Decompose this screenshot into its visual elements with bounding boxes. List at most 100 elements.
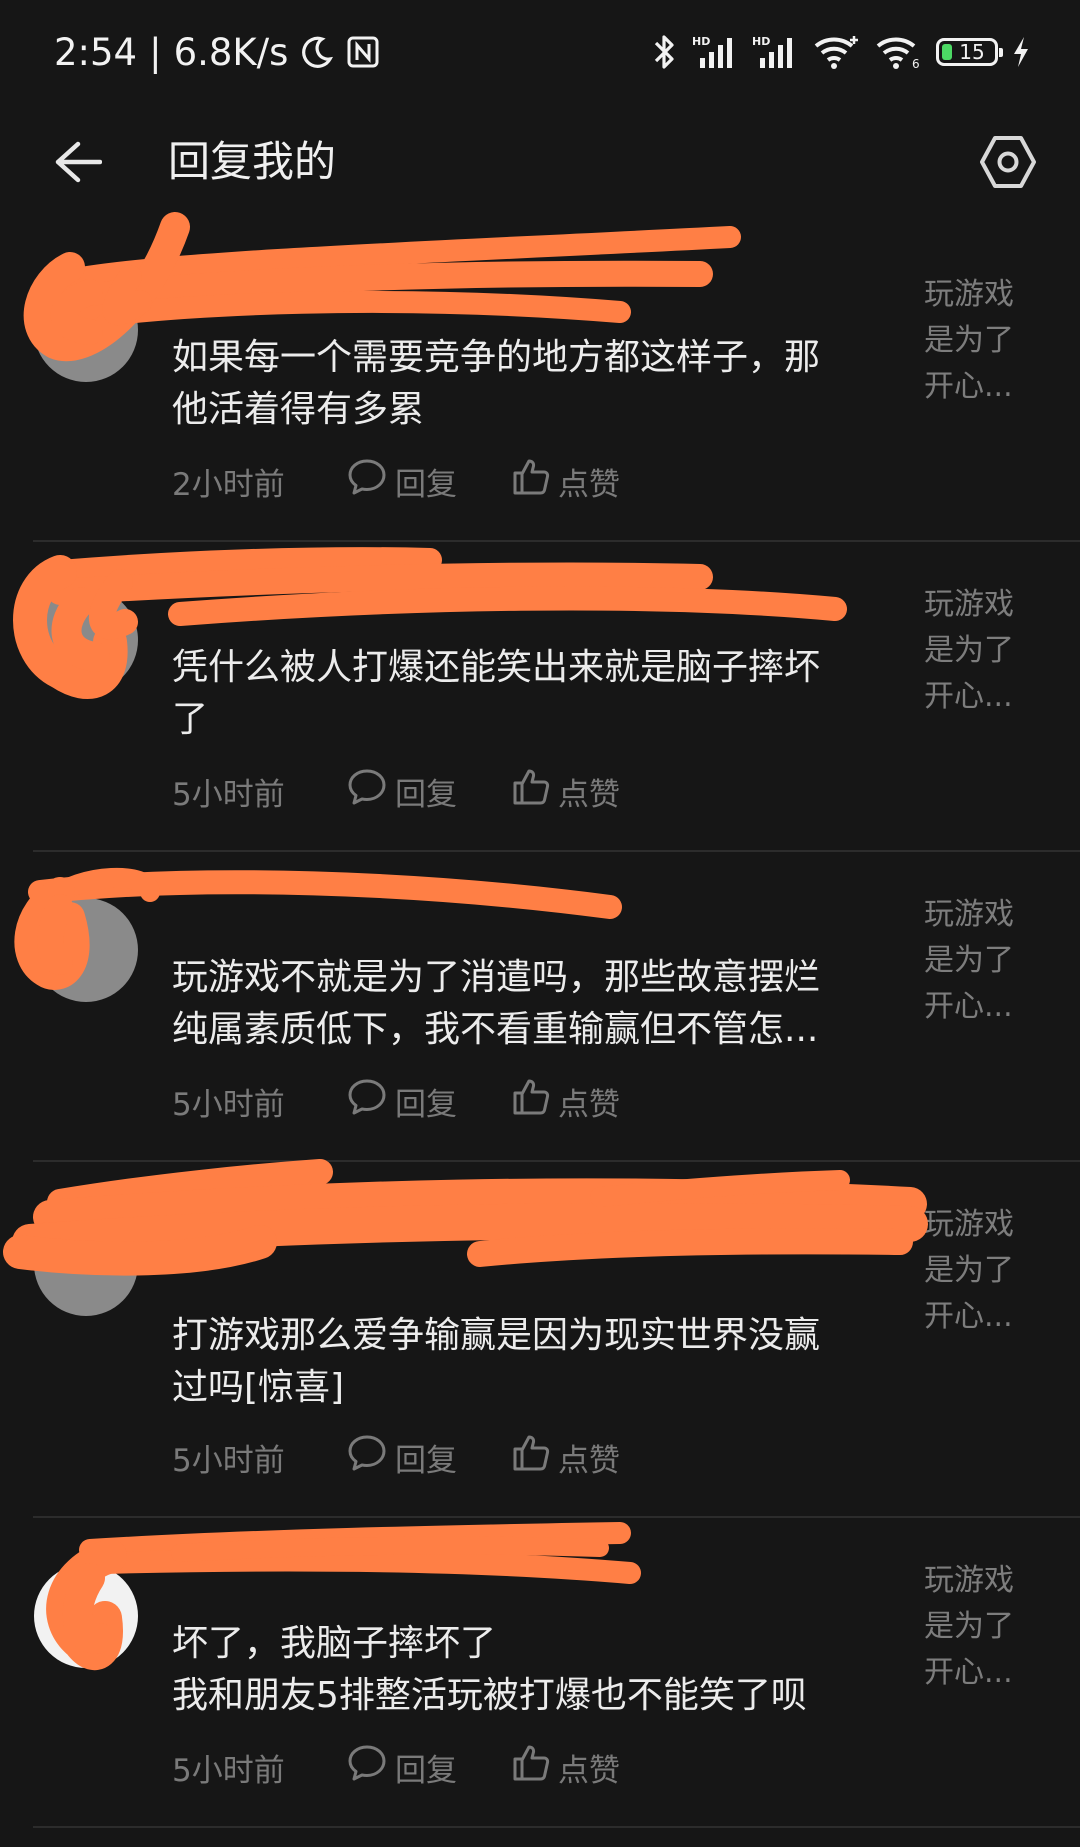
redaction-scribble xyxy=(3,1159,928,1276)
comment-line: 玩游戏不就是为了消遣吗，那些故意摆烂 xyxy=(172,957,821,998)
thumbs-up-icon xyxy=(512,1434,550,1480)
source-line: 开心... xyxy=(924,679,1013,714)
status-bar: 2:54 | 6.8K/s HD HD 6 15 xyxy=(0,0,1080,104)
battery-icon: 15 xyxy=(936,38,1003,66)
reply-button[interactable]: 回复 xyxy=(347,1744,457,1790)
thumbs-up-icon xyxy=(512,768,550,814)
source-line: 玩游戏 xyxy=(924,587,1014,622)
page-title: 回复我的 xyxy=(168,137,337,186)
source-line: 是为了 xyxy=(924,943,1014,978)
reply-meta: 5小时前 回复 点赞 xyxy=(172,1434,675,1480)
avatar[interactable] xyxy=(34,898,138,1002)
arrow-left-icon xyxy=(54,140,103,188)
source-line: 玩游戏 xyxy=(924,1207,1014,1242)
battery-level: 15 xyxy=(959,40,985,64)
avatar[interactable] xyxy=(34,588,138,692)
reply-label: 回复 xyxy=(395,1442,457,1479)
reply-label: 回复 xyxy=(395,776,457,813)
comment-text[interactable]: 凭什么被人打爆还能笑出来就是脑子摔坏 了 xyxy=(172,642,882,746)
comment-text[interactable]: 玩游戏不就是为了消遣吗，那些故意摆烂 纯属素质低下，我不看重输赢但不管怎... xyxy=(172,952,882,1056)
svg-text:6: 6 xyxy=(912,57,920,70)
reply-label: 回复 xyxy=(395,466,457,503)
source-line: 玩游戏 xyxy=(924,897,1014,932)
status-right: HD HD 6 15 xyxy=(652,33,1030,71)
reply-list: 如果每一个需要竞争的地方都这样子，那 他活着得有多累 2小时前 回复 点赞 玩游… xyxy=(0,212,1080,1828)
comment-line: 过吗[惊喜] xyxy=(172,1367,345,1408)
like-label: 点赞 xyxy=(558,1442,620,1479)
thumbs-up-icon xyxy=(512,1078,550,1124)
hd-signal-icon: HD xyxy=(752,34,798,70)
source-preview[interactable]: 玩游戏 是为了 开心... xyxy=(924,1558,1040,1696)
reply-meta: 5小时前 回复 点赞 xyxy=(172,1744,675,1790)
comment-line: 我和朋友5排整活玩被打爆也不能笑了呗 xyxy=(172,1675,807,1716)
reply-button[interactable]: 回复 xyxy=(347,1434,457,1480)
wifi6-icon: 6 xyxy=(874,34,922,70)
comment-line: 他活着得有多累 xyxy=(172,389,425,430)
like-button[interactable]: 点赞 xyxy=(512,1744,620,1790)
reply-time: 5小时前 xyxy=(172,1752,285,1789)
comment-line: 坏了，我脑子摔坏了 xyxy=(172,1623,497,1664)
charging-icon xyxy=(1012,36,1030,68)
status-left: 2:54 | 6.8K/s xyxy=(54,31,380,74)
reply-button[interactable]: 回复 xyxy=(347,458,457,504)
thumbs-up-icon xyxy=(512,458,550,504)
reply-button[interactable]: 回复 xyxy=(347,768,457,814)
reply-item[interactable]: 玩游戏不就是为了消遣吗，那些故意摆烂 纯属素质低下，我不看重输赢但不管怎... … xyxy=(0,852,1080,1162)
thumbs-up-icon xyxy=(512,1744,550,1790)
reply-time: 5小时前 xyxy=(172,776,285,813)
comment-bubble-icon xyxy=(347,768,387,814)
source-line: 开心... xyxy=(924,989,1013,1024)
source-preview[interactable]: 玩游戏 是为了 开心... xyxy=(924,1202,1040,1340)
like-button[interactable]: 点赞 xyxy=(512,1434,620,1480)
source-line: 玩游戏 xyxy=(924,1563,1014,1598)
reply-time: 5小时前 xyxy=(172,1086,285,1123)
like-button[interactable]: 点赞 xyxy=(512,458,620,504)
network-speed: 6.8K/s xyxy=(173,30,289,74)
wifi-icon xyxy=(812,34,860,70)
comment-line: 如果每一个需要竞争的地方都这样子，那 xyxy=(172,337,821,378)
source-preview[interactable]: 玩游戏 是为了 开心... xyxy=(924,892,1040,1030)
like-button[interactable]: 点赞 xyxy=(512,1078,620,1124)
bluetooth-icon xyxy=(652,33,678,71)
source-preview[interactable]: 玩游戏 是为了 开心... xyxy=(924,272,1040,410)
comment-text[interactable]: 打游戏那么爱争输赢是因为现实世界没赢 过吗[惊喜] xyxy=(172,1310,882,1414)
header: 回复我的 xyxy=(0,104,1080,230)
reply-button[interactable]: 回复 xyxy=(347,1078,457,1124)
comment-line: 了 xyxy=(172,699,209,740)
settings-button[interactable] xyxy=(972,128,1044,200)
reply-time: 2小时前 xyxy=(172,466,285,503)
nfc-icon xyxy=(346,35,380,69)
reply-item[interactable]: 坏了，我脑子摔坏了 我和朋友5排整活玩被打爆也不能笑了呗 5小时前 回复 点赞 … xyxy=(0,1518,1080,1828)
like-label: 点赞 xyxy=(558,1752,620,1789)
reply-item[interactable]: 凭什么被人打爆还能笑出来就是脑子摔坏 了 5小时前 回复 点赞 玩游戏 是为了 … xyxy=(0,542,1080,852)
avatar[interactable] xyxy=(34,278,138,382)
reply-item[interactable]: 打游戏那么爱争输赢是因为现实世界没赢 过吗[惊喜] 5小时前 回复 点赞 玩游戏… xyxy=(0,1159,1080,1518)
like-button[interactable]: 点赞 xyxy=(512,768,620,814)
back-button[interactable] xyxy=(48,134,108,194)
comment-bubble-icon xyxy=(347,1434,387,1480)
status-time: 2:54 xyxy=(54,30,138,74)
reply-time: 5小时前 xyxy=(172,1442,285,1479)
source-line: 是为了 xyxy=(924,1253,1014,1288)
reply-label: 回复 xyxy=(395,1086,457,1123)
source-preview[interactable]: 玩游戏 是为了 开心... xyxy=(924,582,1040,720)
hexagon-settings-icon xyxy=(979,135,1037,193)
svg-text:HD: HD xyxy=(752,35,770,48)
source-line: 开心... xyxy=(924,369,1013,404)
source-line: 玩游戏 xyxy=(924,277,1014,312)
comment-line: 打游戏那么爱争输赢是因为现实世界没赢 xyxy=(172,1315,821,1356)
source-line: 是为了 xyxy=(924,323,1014,358)
source-line: 是为了 xyxy=(924,1609,1014,1644)
status-separator: | xyxy=(149,30,162,74)
source-line: 开心... xyxy=(924,1299,1013,1334)
svg-text:HD: HD xyxy=(692,35,710,48)
reply-label: 回复 xyxy=(395,1752,457,1789)
like-label: 点赞 xyxy=(558,1086,620,1123)
hd-signal-icon: HD xyxy=(692,34,738,70)
reply-item[interactable]: 如果每一个需要竞争的地方都这样子，那 他活着得有多累 2小时前 回复 点赞 玩游… xyxy=(0,212,1080,542)
comment-text[interactable]: 坏了，我脑子摔坏了 我和朋友5排整活玩被打爆也不能笑了呗 xyxy=(172,1618,882,1722)
comment-line: 凭什么被人打爆还能笑出来就是脑子摔坏 xyxy=(172,647,821,688)
comment-text[interactable]: 如果每一个需要竞争的地方都这样子，那 他活着得有多累 xyxy=(172,332,882,436)
avatar[interactable] xyxy=(34,1212,138,1316)
avatar[interactable] xyxy=(34,1564,138,1668)
